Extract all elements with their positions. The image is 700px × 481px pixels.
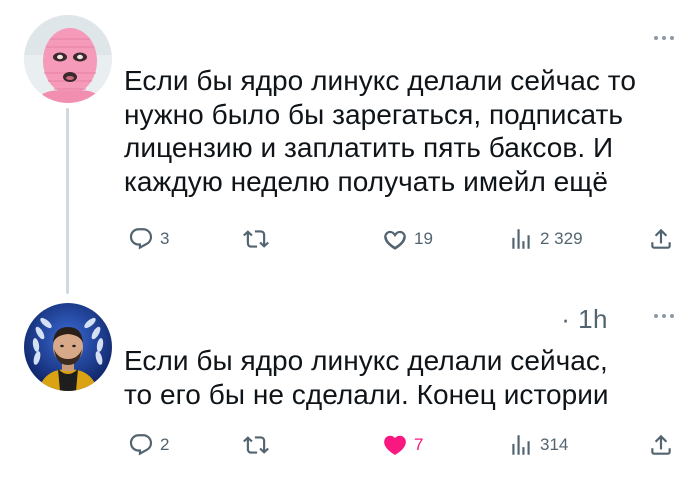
tweet-timestamp[interactable]: · 1h <box>561 304 608 335</box>
reply-count: 3 <box>160 229 170 248</box>
reply-button[interactable]: 3 <box>128 226 169 252</box>
tweet-text: Если бы ядро линукс делали сейчас, то ег… <box>124 345 609 410</box>
user-avatar[interactable] <box>24 303 112 391</box>
retweet-icon <box>243 436 269 454</box>
views-count: 2 329 <box>540 229 583 248</box>
reply-button[interactable]: 2 <box>128 432 169 458</box>
like-count: 19 <box>414 229 433 248</box>
heart-outline-icon <box>384 230 406 250</box>
share-icon <box>651 228 671 249</box>
user-avatar[interactable] <box>24 15 112 103</box>
more-options-button[interactable] <box>651 28 677 48</box>
share-button[interactable] <box>648 432 674 458</box>
views-button[interactable]: 314 <box>508 432 568 458</box>
retweet-button[interactable] <box>242 432 276 458</box>
reply-icon <box>129 228 153 250</box>
thread-connector-line <box>66 108 69 294</box>
man-laurel-wreath-avatar-icon <box>24 303 112 391</box>
reply-icon <box>129 434 153 456</box>
reply-count: 2 <box>160 435 170 454</box>
like-count: 7 <box>414 435 424 454</box>
more-dots-icon <box>654 314 674 318</box>
heart-filled-icon <box>384 435 406 455</box>
retweet-icon <box>243 230 269 248</box>
views-chart-icon <box>512 229 530 249</box>
tweet-text: Если бы ядро линукс делали сейчас то нуж… <box>124 65 636 197</box>
views-button[interactable]: 2 329 <box>508 226 583 252</box>
like-button[interactable]: 19 <box>382 226 433 252</box>
share-button[interactable] <box>648 226 674 252</box>
like-button[interactable]: 7 <box>382 432 423 458</box>
more-dots-icon <box>654 36 674 40</box>
views-chart-icon <box>512 435 530 455</box>
views-count: 314 <box>540 435 569 454</box>
more-options-button[interactable] <box>651 306 677 326</box>
share-icon <box>651 434 671 455</box>
retweet-button[interactable] <box>242 226 276 252</box>
pink-balaclava-avatar-icon <box>24 15 112 103</box>
